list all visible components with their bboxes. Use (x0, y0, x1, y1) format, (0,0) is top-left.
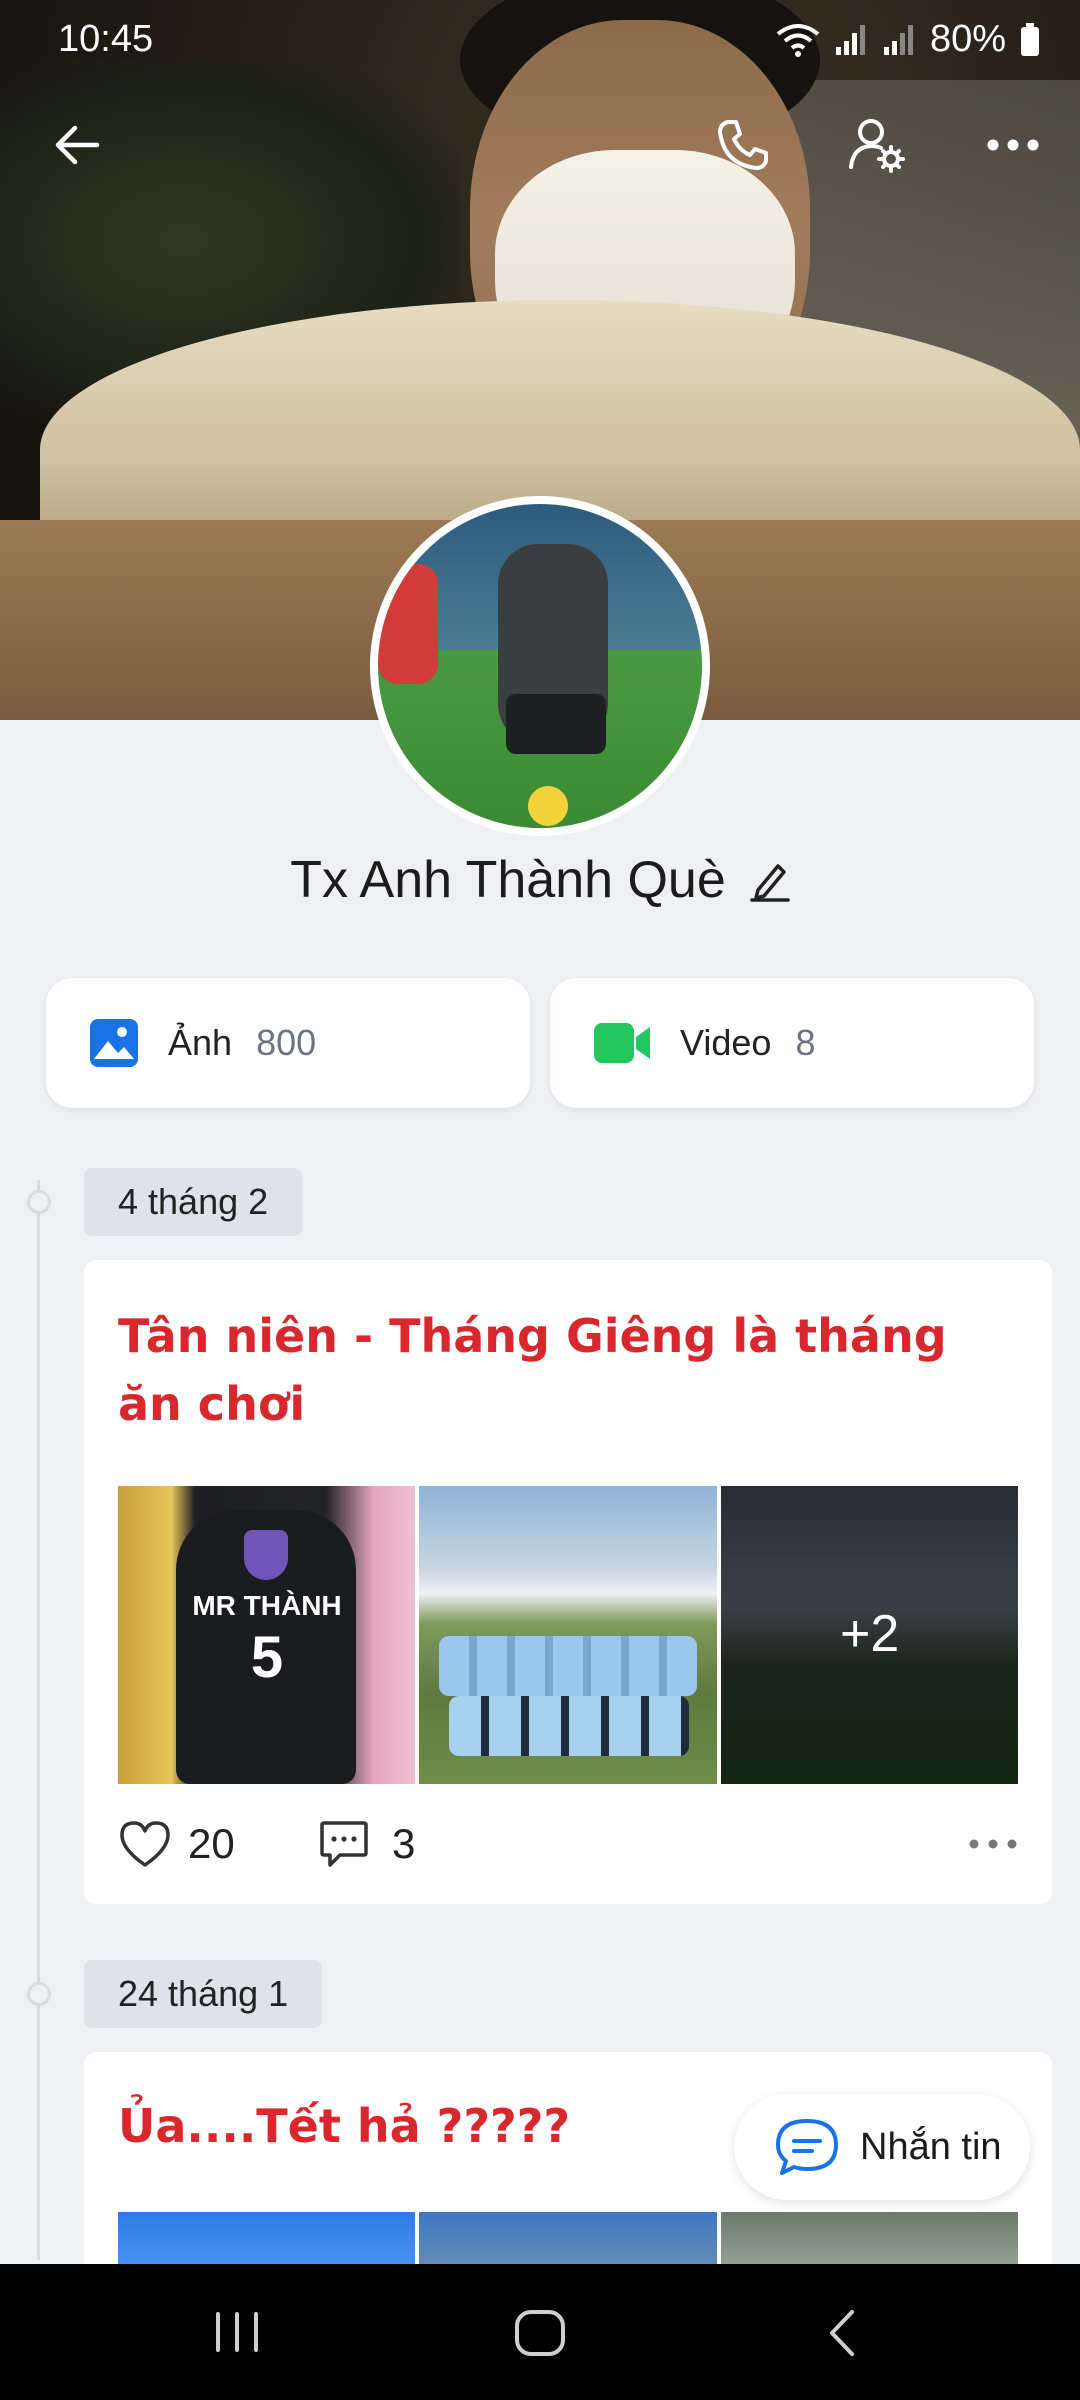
backpack-name-text: MR THÀNH (192, 1590, 342, 1621)
photos-label: Ảnh (168, 1022, 233, 1063)
photos-card[interactable]: Ảnh 800 (46, 978, 530, 1108)
battery-percent: 80% (929, 18, 1006, 60)
avatar-ball (528, 786, 568, 826)
thumbnail-backpack[interactable]: MR THÀNH 5 (118, 1486, 416, 1784)
thumbnail-photo[interactable] (419, 2212, 717, 2272)
heart-icon[interactable] (118, 1819, 172, 1869)
call-button[interactable] (708, 110, 778, 180)
battery-icon (1021, 22, 1039, 56)
comments-count: 3 (392, 1820, 416, 1867)
date-chip: 24 tháng 1 (84, 1960, 323, 2028)
back-nav-icon[interactable] (824, 2308, 860, 2358)
profile-name: Tx Anh Thành Què (290, 851, 726, 909)
home-icon[interactable] (512, 2308, 568, 2358)
backpack-number-text: 5 (250, 1625, 284, 1690)
system-nav-bar (0, 2264, 1080, 2400)
avatar-figure-red (378, 564, 438, 684)
signal-icon-2 (883, 24, 913, 55)
arrow-left-icon (55, 125, 100, 165)
status-bar: 10:45 80% (0, 0, 1080, 76)
avatar-shorts (506, 694, 606, 754)
timeline-line (37, 1180, 40, 2260)
photos-count: 800 (256, 1022, 317, 1063)
thumbnail-photo[interactable] (720, 2212, 1018, 2272)
post-title: Tân niên - Tháng Giêng là tháng ăn chơi (118, 1309, 947, 1431)
more-button[interactable] (978, 110, 1048, 180)
message-label: Nhắn tin (860, 2125, 1002, 2168)
likes-count: 20 (188, 1820, 235, 1867)
backpack-badge (244, 1530, 288, 1580)
status-icons: 80% (776, 18, 1040, 61)
date-chip: 4 tháng 2 (84, 1168, 303, 1236)
comment-icon[interactable] (318, 1819, 370, 1869)
timeline-dot (27, 1190, 51, 1214)
chat-bubble-icon (776, 2119, 838, 2175)
video-camera-icon (594, 1023, 650, 1063)
recent-apps-icon[interactable] (212, 2310, 262, 2354)
post-thumbnails (84, 2212, 1052, 2272)
wifi-icon (776, 23, 820, 57)
post-more-icon[interactable] (968, 1838, 1018, 1850)
post-thumbnails: MR THÀNH 5 +2 (84, 1486, 1052, 1784)
thumbnail-photo[interactable] (118, 2212, 416, 2272)
profile-avatar[interactable] (370, 496, 710, 836)
signal-icon (835, 24, 865, 55)
profile-name-row: Tx Anh Thành Què (0, 850, 1080, 910)
edit-pencil-icon[interactable] (750, 858, 790, 902)
back-button[interactable] (42, 110, 112, 180)
phone-icon (718, 120, 768, 170)
team-row-back (439, 1636, 698, 1696)
timeline-dot (27, 1982, 51, 2006)
message-button[interactable]: Nhắn tin (734, 2094, 1030, 2200)
more-count-label: +2 (840, 1605, 900, 1663)
post-actions: 20 3 (84, 1784, 1052, 1904)
image-icon (90, 1019, 138, 1067)
videos-count: 8 (795, 1022, 816, 1063)
team-row-front (449, 1696, 690, 1756)
thumbnail-team-photo[interactable] (419, 1486, 717, 1784)
videos-label: Video (680, 1022, 772, 1063)
thumbnail-more[interactable]: +2 (720, 1486, 1018, 1784)
post-card[interactable]: Tân niên - Tháng Giêng là tháng ăn chơi … (84, 1260, 1052, 1904)
status-time: 10:45 (58, 18, 154, 60)
videos-card[interactable]: Video 8 (550, 978, 1034, 1108)
profile-settings-button[interactable] (842, 110, 912, 180)
user-gear-icon (849, 119, 905, 173)
more-horizontal-icon (987, 139, 1039, 151)
